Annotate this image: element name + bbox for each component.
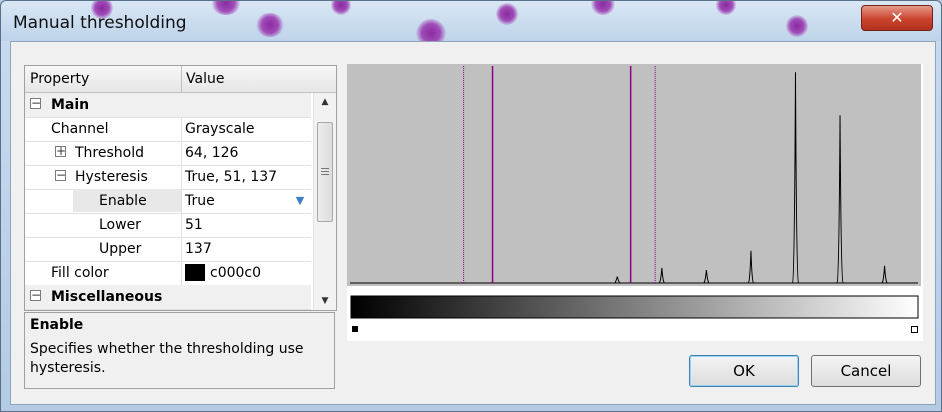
property-row[interactable]: Lower 51: [25, 213, 311, 238]
column-divider: [181, 261, 182, 285]
category-row[interactable]: − Main: [25, 93, 311, 118]
scroll-down-icon[interactable]: ▼: [314, 292, 336, 310]
background-blot: [716, 1, 736, 15]
background-blot: [591, 1, 615, 15]
category-row[interactable]: − Miscellaneous: [25, 285, 311, 310]
property-name: Channel: [51, 121, 109, 137]
property-value[interactable]: c000c0: [210, 265, 261, 281]
upper-range-handle: [911, 326, 918, 333]
property-row[interactable]: − Hysteresis True, 51, 137: [25, 165, 311, 190]
property-name: Main: [51, 97, 90, 113]
property-value[interactable]: 51: [185, 217, 203, 233]
collapse-icon[interactable]: −: [30, 97, 41, 109]
cancel-button[interactable]: Cancel: [811, 355, 921, 387]
vertical-scrollbar[interactable]: ▲ ▼: [313, 93, 336, 310]
property-name: Hysteresis: [75, 169, 148, 185]
property-name: Fill color: [51, 265, 109, 281]
title-bar[interactable]: Manual thresholding ✕: [1, 1, 941, 41]
property-value[interactable]: Grayscale: [185, 121, 255, 137]
column-divider: [181, 213, 182, 237]
column-divider: [181, 237, 182, 261]
property-name: Lower: [99, 217, 141, 233]
scroll-thumb[interactable]: [317, 122, 333, 222]
property-row[interactable]: Upper 137: [25, 237, 311, 262]
thumb-grip: [321, 168, 329, 169]
property-value[interactable]: 137: [185, 241, 212, 257]
ok-button[interactable]: OK: [689, 355, 799, 387]
close-button[interactable]: ✕: [861, 5, 933, 31]
background-blot: [416, 19, 446, 41]
property-name: Upper: [99, 241, 142, 257]
column-separator[interactable]: [181, 66, 182, 92]
close-icon: ✕: [890, 8, 904, 27]
property-value[interactable]: 64, 126: [185, 145, 238, 161]
property-value[interactable]: True, 51, 137: [185, 169, 277, 185]
collapse-icon[interactable]: −: [55, 169, 66, 181]
expand-icon[interactable]: +: [55, 145, 66, 157]
background-blot: [256, 13, 284, 37]
dialog-window: Manual thresholding ✕ Property Value − Ma…: [0, 0, 942, 412]
property-column-header[interactable]: Property: [30, 71, 89, 87]
histogram-panel: [347, 64, 923, 341]
background-blot: [496, 3, 518, 25]
thumb-grip: [321, 174, 329, 175]
histogram-background: [347, 64, 921, 286]
column-divider: [181, 165, 182, 189]
property-name: Enable: [99, 193, 147, 209]
grayscale-gradient-bar: [350, 295, 919, 319]
property-row[interactable]: Fill color c000c0: [25, 261, 311, 286]
property-grid-header: Property Value: [25, 66, 336, 93]
property-row[interactable]: Enable True ▼: [25, 189, 311, 214]
property-row[interactable]: + Threshold 64, 126: [25, 141, 311, 166]
dialog-body: Property Value − Main Channel Grayscale + Thr…: [10, 41, 936, 405]
property-value[interactable]: True: [185, 193, 215, 209]
window-title: Manual thresholding: [13, 13, 187, 33]
description-text: Specifies whether the thresholding use h…: [30, 341, 304, 376]
thumb-grip: [321, 171, 329, 172]
property-name: Threshold: [75, 145, 144, 161]
description-title: Enable: [30, 317, 84, 333]
property-row[interactable]: Channel Grayscale: [25, 117, 311, 142]
histogram-chart[interactable]: [347, 64, 923, 341]
background-blot: [211, 1, 241, 15]
column-divider: [181, 141, 182, 165]
lower-range-handle: [352, 326, 358, 332]
column-divider: [181, 117, 182, 141]
description-panel: Enable Specifies whether the thresholdin…: [24, 312, 335, 389]
property-name: Miscellaneous: [51, 289, 163, 305]
background-blot: [331, 1, 351, 15]
collapse-icon[interactable]: −: [30, 289, 41, 301]
chevron-down-icon[interactable]: ▼: [290, 189, 310, 212]
scroll-up-icon[interactable]: ▲: [314, 93, 336, 111]
color-swatch: [185, 264, 205, 281]
property-grid: Property Value − Main Channel Grayscale + Thr…: [24, 65, 337, 311]
value-column-header[interactable]: Value: [186, 71, 224, 87]
background-blot: [786, 15, 808, 37]
column-divider: [181, 189, 182, 213]
